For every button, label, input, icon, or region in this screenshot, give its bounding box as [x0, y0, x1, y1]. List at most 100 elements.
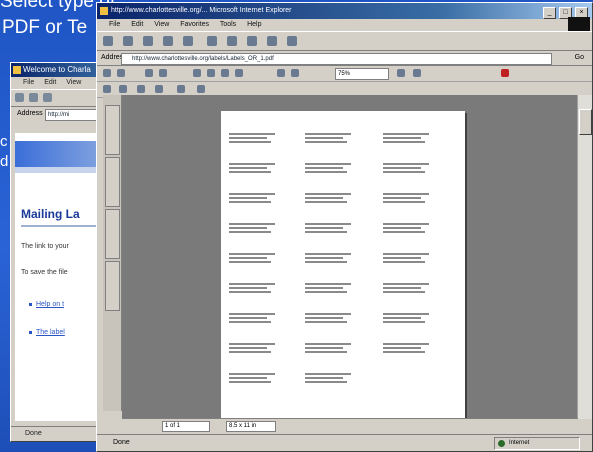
page-indicator[interactable]: 1 of 1 [162, 421, 210, 432]
hand-tool-icon[interactable] [145, 69, 153, 77]
acrobat-icon[interactable] [501, 69, 509, 77]
first-page-icon[interactable] [193, 69, 201, 77]
label-text-line [229, 351, 271, 353]
signatures-tab[interactable] [105, 261, 120, 311]
home-icon[interactable] [183, 36, 193, 46]
mailing-label [305, 343, 357, 355]
globe-icon [498, 440, 505, 447]
front-menu-bar[interactable]: File Edit View Favorites Tools Help [97, 17, 592, 31]
label-text-line [305, 253, 351, 255]
favorites-icon[interactable] [227, 36, 237, 46]
label-text-line [305, 283, 351, 285]
history-icon[interactable] [247, 36, 257, 46]
dropdown-icon[interactable] [43, 93, 52, 102]
find-icon[interactable] [197, 85, 205, 93]
label-text-line [229, 163, 275, 165]
help-link-text[interactable]: Help on t [36, 301, 64, 308]
slide-text-line-3: c [0, 133, 8, 150]
labels-link[interactable]: The label [29, 329, 65, 336]
print-icon[interactable] [117, 69, 125, 77]
bookmarks-tab[interactable] [105, 105, 120, 155]
save-icon[interactable] [103, 69, 111, 77]
label-text-line [229, 377, 267, 379]
mailing-label [383, 343, 435, 355]
mailing-label [229, 373, 281, 385]
forward-arrow-icon[interactable] [123, 36, 133, 46]
label-text-line [383, 343, 429, 345]
print-icon[interactable] [287, 36, 297, 46]
labels-link-text[interactable]: The label [36, 329, 65, 336]
label-text-line [383, 313, 429, 315]
label-text-line [383, 227, 421, 229]
label-text-line [383, 223, 429, 225]
refresh-icon[interactable] [163, 36, 173, 46]
label-text-line [229, 167, 267, 169]
thumbnails-tab[interactable] [105, 157, 120, 207]
front-window-title: http://www.charlottesville.org/... Micro… [111, 7, 292, 14]
note-tool-icon[interactable] [137, 85, 145, 93]
fit-width-icon[interactable] [413, 69, 421, 77]
label-text-line [383, 231, 425, 233]
label-text-line [383, 141, 425, 143]
label-text-line [305, 167, 343, 169]
front-standard-toolbar [97, 31, 592, 51]
last-page-icon[interactable] [235, 69, 243, 77]
vertical-scrollbar[interactable] [577, 95, 592, 419]
back-arrow-icon[interactable] [15, 93, 24, 102]
minimize-button[interactable]: _ [543, 7, 557, 19]
page-size-readout: 8.5 x 11 in [226, 421, 276, 432]
label-text-line [383, 287, 421, 289]
front-browser-window[interactable]: http://www.charlottesville.org/... Micro… [96, 2, 593, 452]
help-link[interactable]: Help on t [29, 301, 64, 308]
zoom-in-icon[interactable] [291, 69, 299, 77]
mailing-label [383, 223, 435, 235]
prev-page-icon[interactable] [207, 69, 215, 77]
zoom-select[interactable]: 75% [335, 68, 389, 80]
label-text-line [305, 231, 347, 233]
mail-icon[interactable] [267, 36, 277, 46]
acrobat-nav-bar: 1 of 1 8.5 x 11 in [122, 418, 578, 433]
back-window-title: Welcome to Charla [23, 65, 91, 74]
stop-icon[interactable] [143, 36, 153, 46]
next-page-icon[interactable] [221, 69, 229, 77]
back-arrow-icon[interactable] [103, 36, 113, 46]
pdf-page [221, 111, 465, 427]
comments-tab[interactable] [105, 209, 120, 259]
label-text-line [305, 347, 343, 349]
label-text-line [229, 197, 267, 199]
front-address-bar: Address http://www.charlottesville.org/l… [97, 51, 592, 66]
search-icon[interactable] [207, 36, 217, 46]
label-text-line [305, 261, 347, 263]
label-text-line [305, 343, 351, 345]
label-text-line [229, 317, 267, 319]
label-text-line [305, 257, 343, 259]
label-text-line [229, 287, 267, 289]
mailing-label [383, 283, 435, 295]
label-text-line [383, 197, 421, 199]
label-text-line [229, 373, 275, 375]
zoom-tool-icon[interactable] [159, 69, 167, 77]
mailing-label [383, 313, 435, 325]
front-title-bar[interactable]: http://www.charlottesville.org/... Micro… [97, 3, 592, 19]
label-text-line [305, 201, 347, 203]
text-select-icon[interactable] [103, 85, 111, 93]
go-button[interactable]: Go [575, 53, 584, 63]
label-text-line [305, 137, 343, 139]
front-address-input[interactable]: http://www.charlottesville.org/labels/La… [121, 53, 552, 65]
label-text-line [229, 201, 271, 203]
highlight-tool-icon[interactable] [155, 85, 163, 93]
mailing-label [383, 163, 435, 175]
label-text-line [229, 253, 275, 255]
mailing-label [305, 193, 357, 205]
label-text-line [305, 133, 351, 135]
fit-page-icon[interactable] [397, 69, 405, 77]
scroll-thumb[interactable] [579, 109, 592, 135]
rotate-icon[interactable] [177, 85, 185, 93]
front-menu-items[interactable]: File Edit View Favorites Tools Help [109, 21, 262, 28]
ie-icon [13, 66, 21, 74]
forward-arrow-icon[interactable] [29, 93, 38, 102]
zoom-out-icon[interactable] [277, 69, 285, 77]
graphics-select-icon[interactable] [119, 85, 127, 93]
label-text-line [383, 253, 429, 255]
label-text-line [383, 171, 425, 173]
